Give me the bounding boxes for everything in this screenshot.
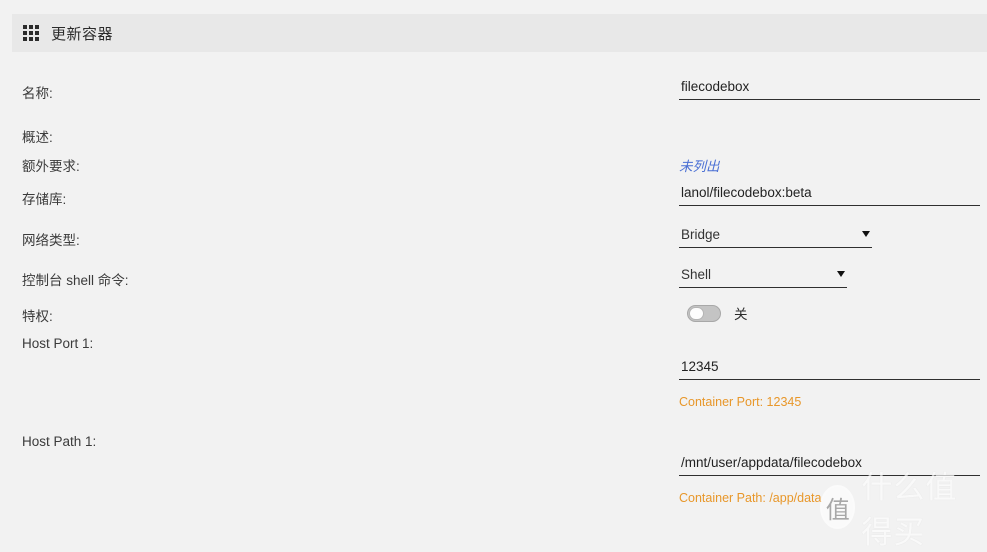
- field-host-port-1: [679, 358, 980, 380]
- label-name: 名称:: [22, 86, 53, 101]
- container-port-hint: Container Port: 12345: [679, 395, 802, 409]
- watermark-logo-icon: 值: [820, 485, 856, 529]
- field-name: [679, 78, 980, 100]
- host-path-1-hint-wrap: Container Path: /app/data: [679, 489, 821, 507]
- label-overview: 概述:: [22, 130, 53, 145]
- field-privileged: 关: [687, 303, 748, 323]
- privileged-toggle-row: 关: [687, 303, 748, 323]
- network-type-value: Bridge: [679, 227, 872, 248]
- label-privileged: 特权:: [22, 309, 53, 324]
- label-extra-requirements: 额外要求:: [22, 159, 80, 174]
- host-path-1-input[interactable]: [679, 455, 980, 476]
- label-console-shell: 控制台 shell 命令:: [22, 273, 129, 288]
- host-port-1-input[interactable]: [679, 359, 980, 380]
- grid-apps-icon: [23, 25, 39, 41]
- container-path-hint: Container Path: /app/data: [679, 491, 822, 505]
- field-repository: [679, 184, 980, 206]
- repository-input[interactable]: [679, 185, 980, 206]
- field-network-type: Bridge: [679, 226, 872, 248]
- host-port-1-hint-wrap: Container Port: 12345: [679, 393, 801, 411]
- chevron-down-icon: [862, 231, 870, 237]
- label-repository: 存储库:: [22, 192, 67, 207]
- field-console-shell: Shell: [679, 266, 847, 288]
- console-shell-select[interactable]: Shell: [679, 267, 847, 288]
- toggle-knob: [689, 306, 704, 320]
- label-host-path-1: Host Path 1:: [22, 434, 97, 449]
- extra-requirements-link[interactable]: 未列出: [679, 159, 720, 174]
- network-type-select[interactable]: Bridge: [679, 227, 872, 248]
- chevron-down-icon: [837, 271, 845, 277]
- privileged-toggle[interactable]: [687, 304, 721, 322]
- field-host-path-1: [679, 454, 980, 476]
- privileged-state-label: 关: [734, 307, 748, 322]
- label-host-port-1: Host Port 1:: [22, 336, 94, 351]
- console-shell-value: Shell: [679, 267, 847, 288]
- window-title-bar: 更新容器: [12, 14, 987, 52]
- label-network-type: 网络类型:: [22, 233, 80, 248]
- field-extra-requirements: 未列出: [679, 155, 720, 176]
- name-input[interactable]: [679, 79, 980, 100]
- page-title: 更新容器: [51, 25, 114, 43]
